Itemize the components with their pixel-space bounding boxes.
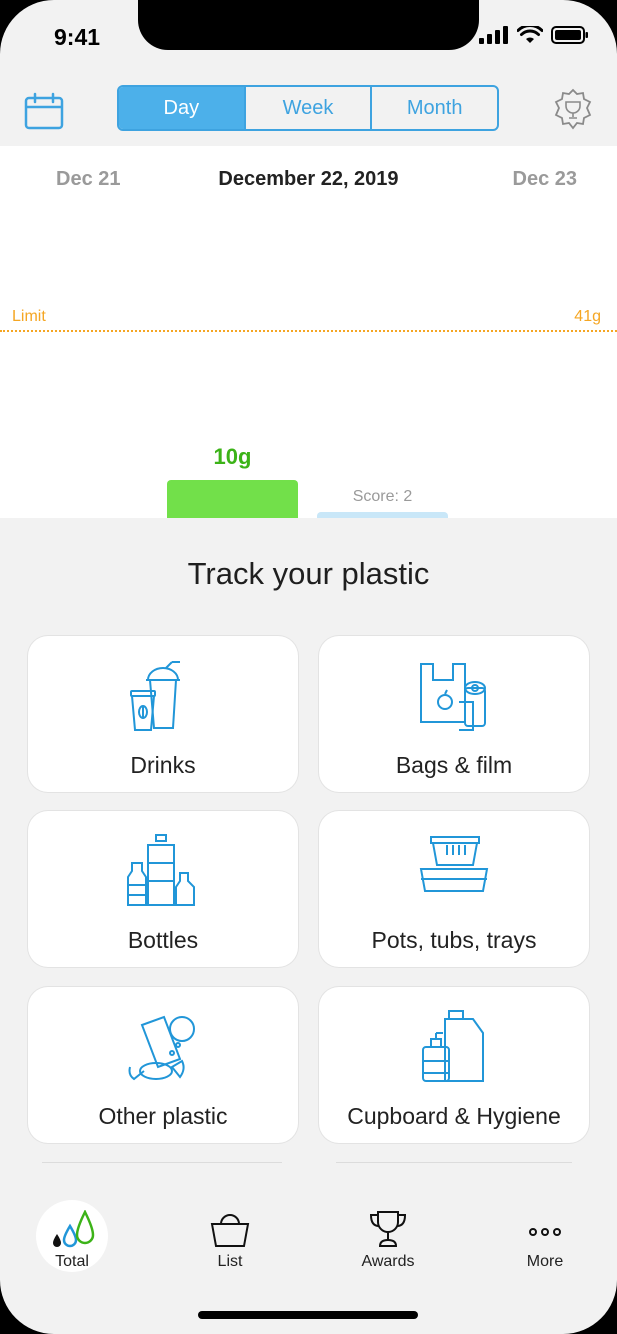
bottles-icon xyxy=(127,834,195,906)
pots-tubs-trays-icon xyxy=(419,836,489,892)
limit-label: Limit xyxy=(12,308,46,325)
category-card-bags-film[interactable]: Bags & film xyxy=(319,636,589,792)
category-label: Drinks xyxy=(130,752,196,778)
category-label: Cupboard & Hygiene xyxy=(347,1103,561,1129)
phone-frame: 9:41 Day Week Month Dec 21 December 22, … xyxy=(0,0,617,1334)
category-card-cupboard-hygiene[interactable]: Cupboard & Hygiene xyxy=(319,987,589,1143)
battery-icon xyxy=(551,26,588,44)
tab-more[interactable]: More xyxy=(485,1210,605,1271)
row-divider xyxy=(42,1162,282,1163)
score-bar xyxy=(317,512,448,518)
category-card-bottles[interactable]: Bottles xyxy=(28,811,298,967)
segment-month[interactable]: Month xyxy=(372,87,497,129)
bag-film-icon xyxy=(420,663,486,731)
segment-week[interactable]: Week xyxy=(246,87,373,129)
signal-icon xyxy=(479,26,508,44)
limit-line xyxy=(0,330,617,332)
segment-day[interactable]: Day xyxy=(119,87,246,129)
category-label: Other plastic xyxy=(98,1103,228,1129)
trophy-badge-icon[interactable] xyxy=(552,88,594,130)
row-divider xyxy=(336,1162,572,1163)
home-indicator[interactable] xyxy=(198,1311,418,1319)
category-card-drinks[interactable]: Drinks xyxy=(28,636,298,792)
bar-value-label: 10g xyxy=(213,444,252,469)
score-label: Score: 2 xyxy=(352,488,413,505)
tab-total[interactable]: Total xyxy=(12,1209,132,1271)
status-time: 9:41 xyxy=(54,24,101,50)
ellipsis-icon xyxy=(529,1228,561,1236)
daily-chart: Dec 21 December 22, 2019 Dec 23 Limit 41… xyxy=(0,146,617,518)
category-card-pots-tubs-trays[interactable]: Pots, tubs, trays xyxy=(319,811,589,967)
app-screen: 9:41 Day Week Month Dec 21 December 22, … xyxy=(0,0,617,1334)
category-label: Pots, tubs, trays xyxy=(371,927,537,953)
drops-icon xyxy=(53,1209,95,1248)
status-icons xyxy=(479,26,589,44)
limit-value: 41g xyxy=(574,308,601,325)
tab-label: More xyxy=(526,1253,564,1270)
plastic-bar xyxy=(167,480,298,518)
period-segmented-control: Day Week Month xyxy=(117,85,499,131)
drinks-cups-icon xyxy=(130,661,180,731)
cupboard-hygiene-icon xyxy=(422,1010,484,1082)
tab-label: List xyxy=(217,1253,243,1270)
tab-list[interactable]: List xyxy=(170,1210,290,1271)
basket-icon xyxy=(210,1214,250,1247)
tab-label: Awards xyxy=(361,1253,415,1270)
tab-awards[interactable]: Awards xyxy=(328,1210,448,1271)
track-title: Track your plastic xyxy=(187,556,430,591)
wifi-icon xyxy=(517,26,543,43)
calendar-icon[interactable] xyxy=(24,92,64,130)
category-label: Bottles xyxy=(127,927,199,953)
trophy-icon xyxy=(369,1211,407,1247)
category-card-other-plastic[interactable]: Other plastic xyxy=(28,987,298,1143)
device-notch xyxy=(138,0,479,50)
category-label: Bags & film xyxy=(395,752,513,778)
tab-label: Total xyxy=(55,1253,89,1270)
next-date-link[interactable]: Dec 23 xyxy=(513,168,578,191)
other-plastic-icon xyxy=(128,1015,195,1081)
tab-bar: Total List Awards More xyxy=(0,1196,617,1286)
top-bar: Day Week Month xyxy=(0,70,617,146)
